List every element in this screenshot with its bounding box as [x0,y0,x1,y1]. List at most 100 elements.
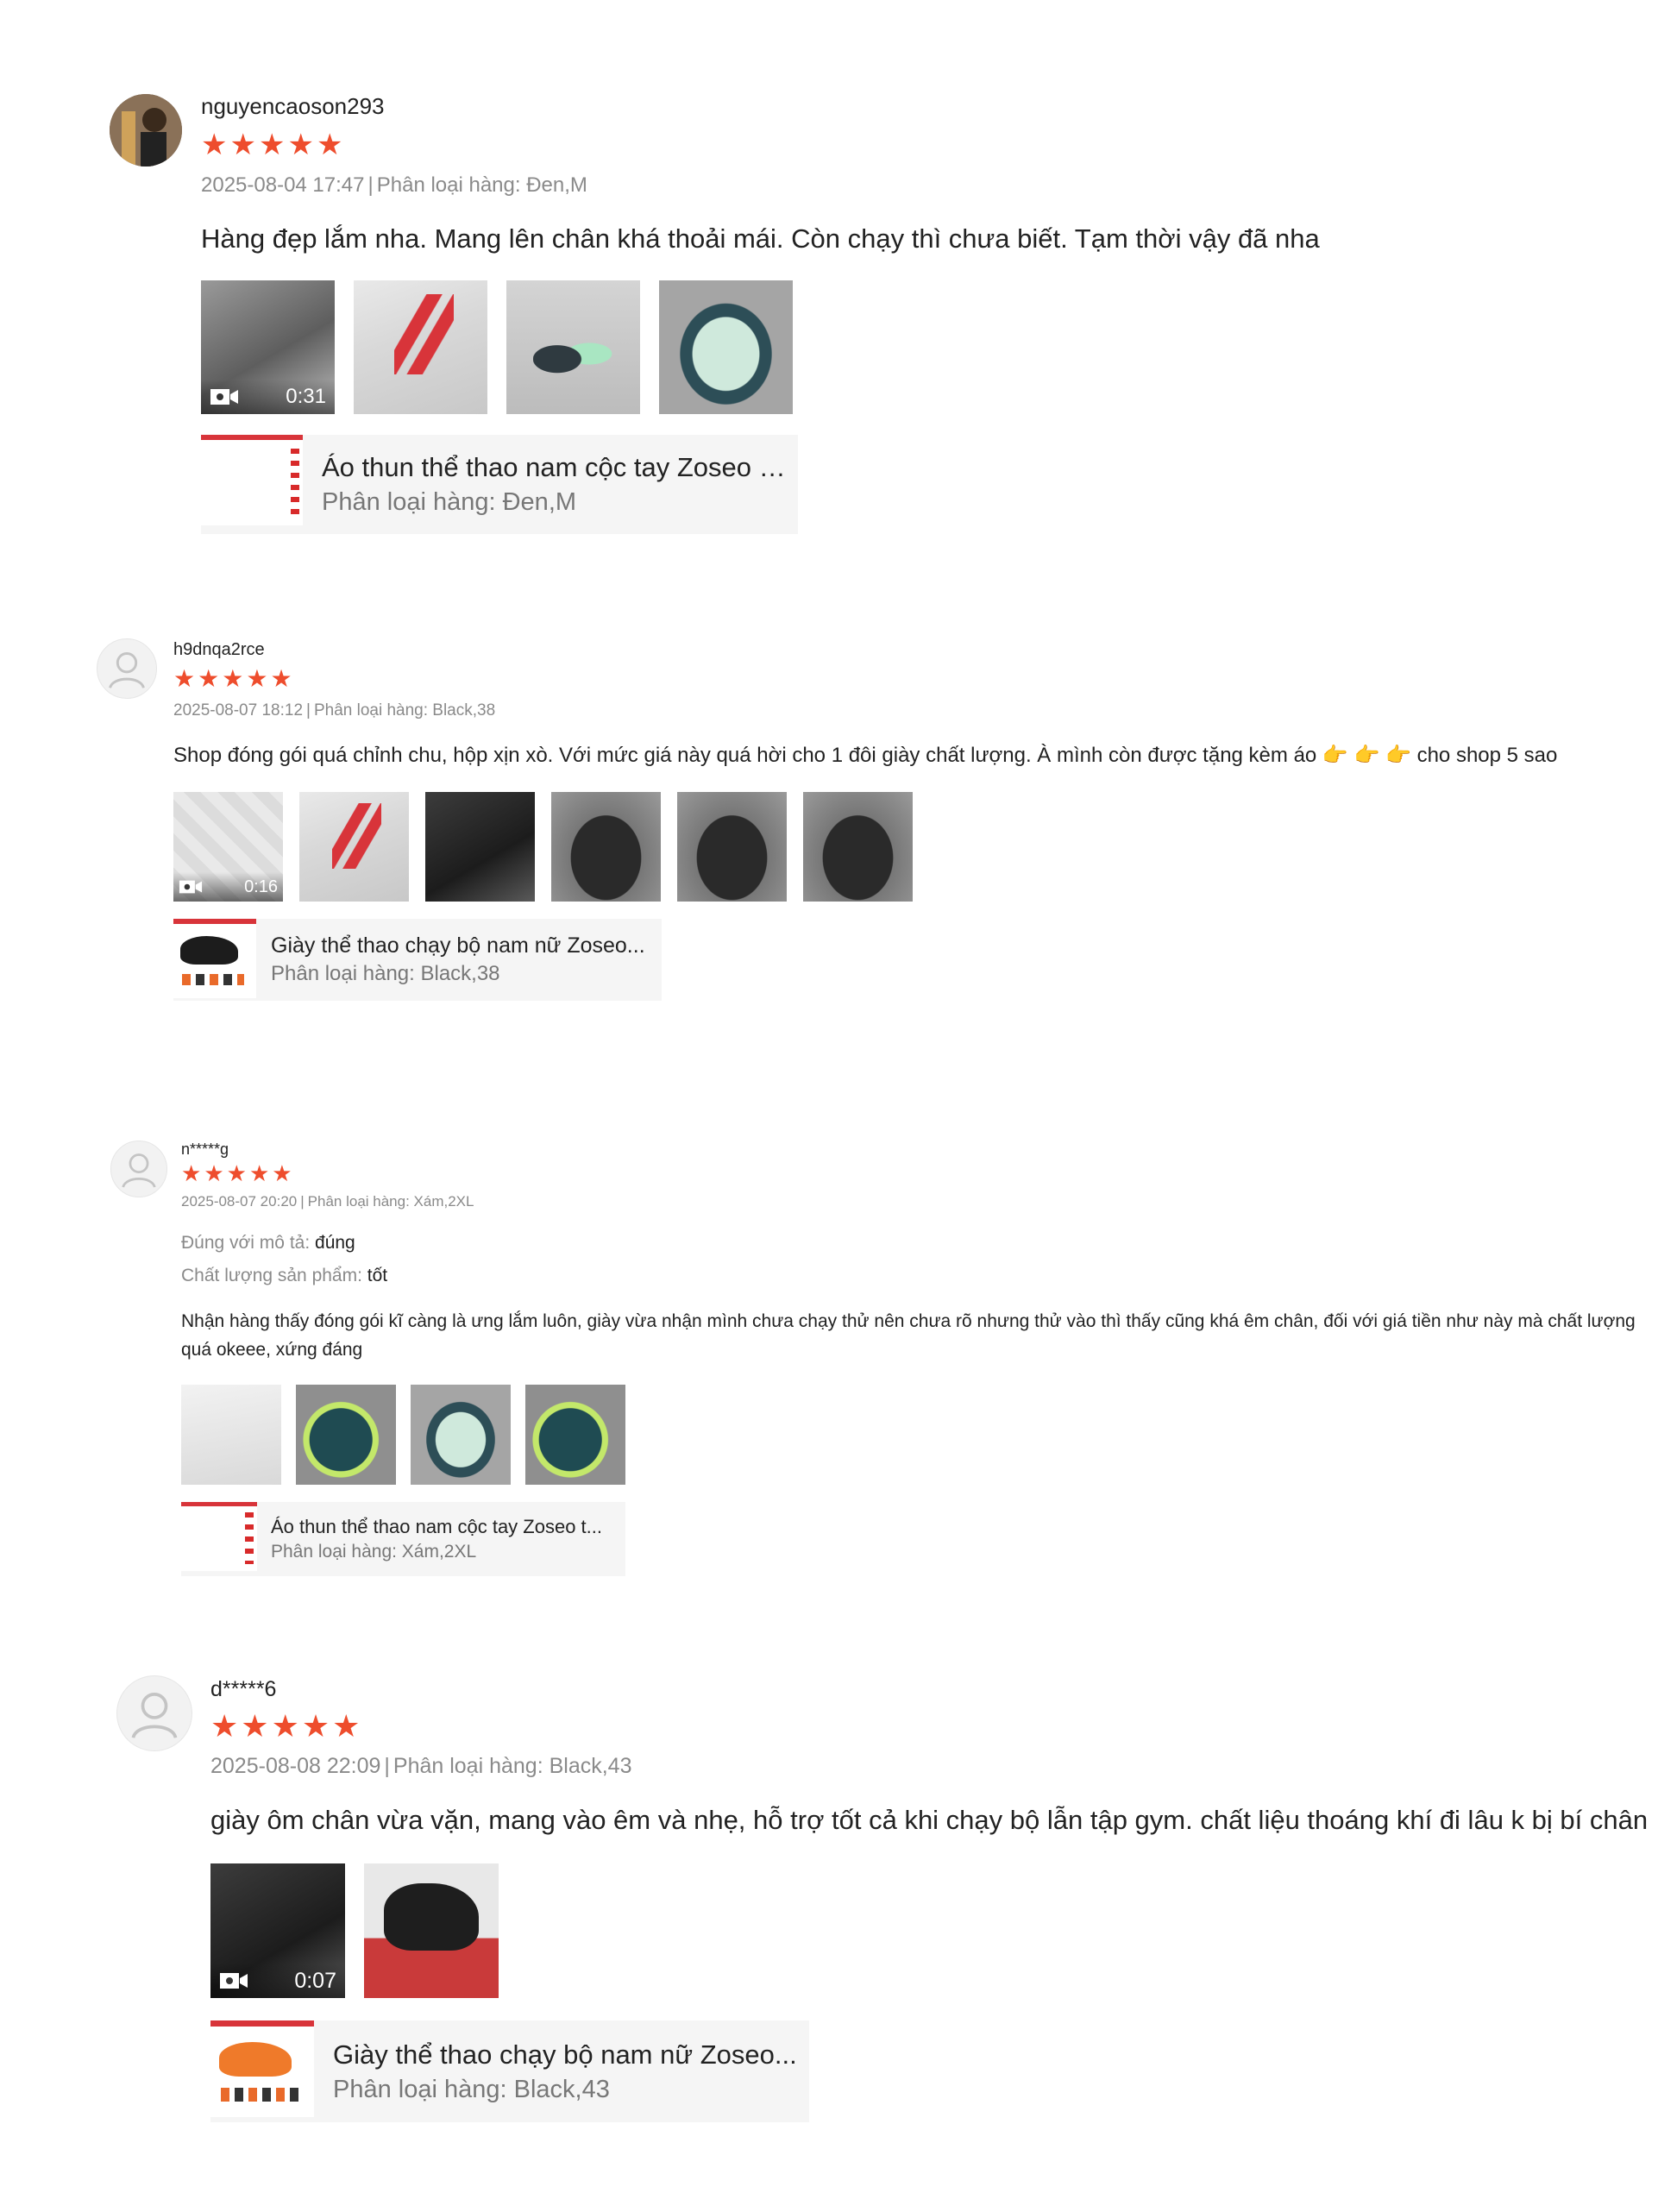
star-rating: ★ ★ ★ ★ ★ [181,1162,1648,1185]
star-icon: ★ [222,665,244,692]
review-variant: Phân loại hàng: Black,38 [313,701,496,720]
review-item: d*****6 ★ ★ ★ ★ ★ 2025-08-08 22:09 | Phân … [0,1665,1658,2165]
video-overlay: 0:07 [210,1964,345,1998]
avatar[interactable] [110,1141,167,1197]
review-content: Nhận hàng thấy đóng gói kĩ càng là ưng l… [181,1311,1636,1360]
review-meta: 2025-08-04 17:47 | Phân loại hàng: Đen,M [201,173,1616,198]
star-icon: ★ [226,1160,247,1186]
review-image-thumb[interactable] [181,1385,281,1485]
video-camera-icon [179,880,203,894]
review-attribute: Đúng với mô tả: đúng [181,1233,1648,1254]
star-icon: ★ [270,665,292,692]
product-card[interactable]: Áo thun thể thao nam cộc tay Zoseo t... … [201,435,798,534]
review-image-thumb[interactable] [525,1385,625,1485]
review-meta: 2025-08-07 18:12 | Phân loại hàng: Black,3… [173,701,1640,720]
review-variant: Phân loại hàng: Black,43 [393,1754,632,1778]
username[interactable]: h9dnqa2rce [173,640,1640,660]
review-image-thumb[interactable] [354,280,487,414]
product-card[interactable]: Giày thể thao chạy bộ nam nữ Zoseo... Ph… [210,2020,809,2122]
review-item: h9dnqa2rce ★ ★ ★ ★ ★ 2025-08-07 18:12 | Ph… [0,630,1658,1044]
star-icon: ★ [210,1708,239,1744]
star-icon: ★ [204,1160,224,1186]
star-rating: ★ ★ ★ ★ ★ [210,1711,1642,1742]
review-media [181,1385,1648,1485]
star-icon: ★ [316,129,343,161]
star-icon: ★ [287,129,314,161]
video-camera-icon [210,389,238,405]
video-overlay: 0:16 [173,872,283,902]
review-image-thumb[interactable] [551,792,661,902]
product-image [201,435,303,525]
meta-separator: | [367,173,374,197]
video-duration: 0:16 [244,877,278,896]
star-icon: ★ [272,1160,292,1186]
user-photo-icon [110,94,182,167]
review-date: 2025-08-07 20:20 [181,1193,298,1210]
product-title: Áo thun thể thao nam cộc tay Zoseo t... [271,1516,603,1537]
attribute-value: tốt [367,1266,388,1285]
review-content: Shop đóng gói quá chỉnh chu, hộp xịn xò.… [173,744,1558,767]
video-overlay: 0:31 [201,380,335,414]
star-icon: ★ [229,129,256,161]
star-rating: ★ ★ ★ ★ ★ [173,667,1640,691]
star-icon: ★ [258,129,286,161]
review-attribute: Chất lượng sản phẩm: tốt [181,1266,1648,1286]
product-variant: Phân loại hàng: Black,38 [271,962,500,985]
review-video-thumb[interactable]: 0:31 [201,280,335,414]
review-image-thumb[interactable] [364,1863,499,1998]
product-title: Giày thể thao chạy bộ nam nữ Zoseo... [333,2039,797,2070]
avatar[interactable] [116,1675,192,1751]
video-duration: 0:31 [286,385,326,408]
product-image [173,919,256,998]
username[interactable]: n*****g [181,1141,1648,1159]
star-icon: ★ [246,665,268,692]
review-date: 2025-08-08 22:09 [210,1754,381,1778]
review-image-thumb[interactable] [425,792,535,902]
star-icon: ★ [248,1160,270,1186]
review-date: 2025-08-04 17:47 [201,173,365,197]
review-item: nguyencaoson293 ★ ★ ★ ★ ★ 2025-08-04 17:… [0,0,1658,569]
user-default-icon [109,652,145,688]
review-content: giày ôm chân vừa vặn, mang vào êm và nhẹ… [210,1805,1649,1835]
star-icon: ★ [198,665,220,692]
review-image-thumb[interactable] [659,280,793,414]
product-image [210,2020,314,2117]
star-icon: ★ [332,1708,361,1744]
star-icon: ★ [271,1708,299,1744]
username[interactable]: d*****6 [210,1677,1642,1702]
attribute-label: Đúng với mô tả: [181,1233,311,1253]
username[interactable]: nguyencaoson293 [201,93,1616,120]
star-icon: ★ [241,1708,269,1744]
meta-separator: | [300,1193,305,1210]
attribute-label: Chất lượng sản phẩm: [181,1266,362,1285]
review-content: Hàng đẹp lắm nha. Mang lên chân khá thoả… [201,223,1320,254]
review-image-thumb[interactable] [299,792,409,902]
product-title: Giày thể thao chạy bộ nam nữ Zoseo... [271,933,645,958]
meta-separator: | [306,701,311,720]
review-variant: Phân loại hàng: Đen,M [376,173,587,197]
review-video-thumb[interactable]: 0:07 [210,1863,345,1998]
product-card[interactable]: Áo thun thể thao nam cộc tay Zoseo t... … [181,1502,625,1576]
star-icon: ★ [201,129,228,161]
review-media: 0:07 [210,1863,1642,1998]
avatar[interactable] [97,638,157,699]
review-meta: 2025-08-08 22:09 | Phân loại hàng: Black,4… [210,1754,1642,1779]
video-camera-icon [220,1973,248,1989]
review-image-thumb[interactable] [296,1385,396,1485]
product-image [181,1502,257,1571]
star-icon: ★ [301,1708,330,1744]
review-image-thumb[interactable] [677,792,787,902]
review-date: 2025-08-07 18:12 [173,701,304,720]
user-default-icon [131,1693,178,1739]
review-image-thumb[interactable] [411,1385,511,1485]
product-variant: Phân loại hàng: Black,43 [333,2075,610,2103]
avatar[interactable] [110,94,182,167]
review-image-thumb[interactable] [803,792,913,902]
product-card[interactable]: Giày thể thao chạy bộ nam nữ Zoseo... Ph… [173,919,662,1001]
review-video-thumb[interactable]: 0:16 [173,792,283,902]
review-media: 0:31 [201,280,1616,414]
review-image-thumb[interactable] [506,280,640,414]
star-icon: ★ [173,665,196,692]
review-media: 0:16 [173,792,1640,902]
review-meta: 2025-08-07 20:20 | Phân loại hàng: Xám,2XL [181,1193,1648,1210]
